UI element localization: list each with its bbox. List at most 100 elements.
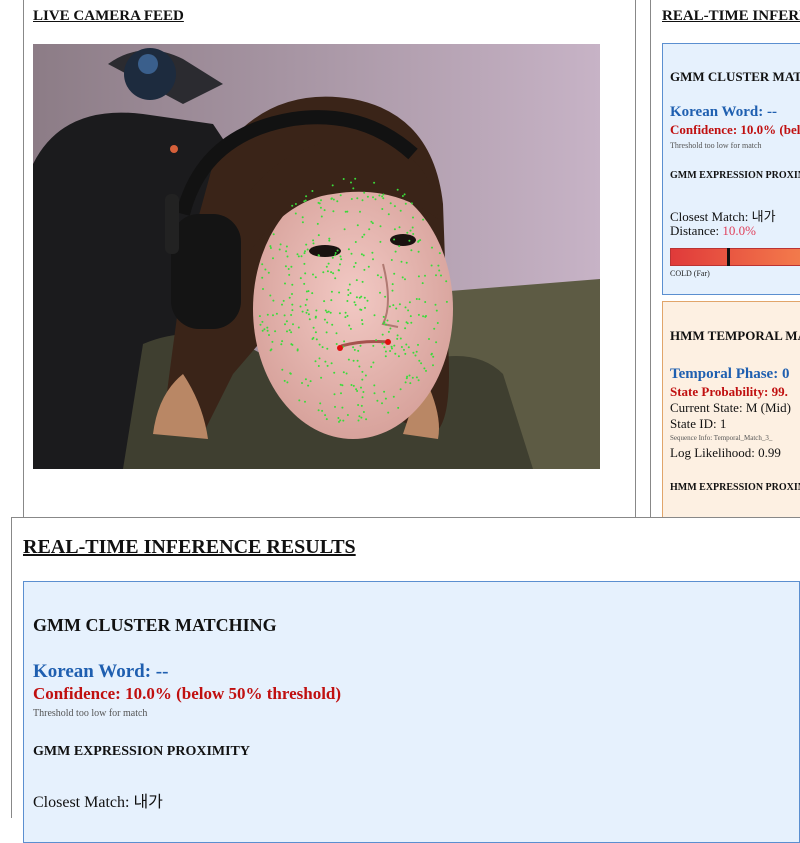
gmm-word-bottom: Korean Word: -- bbox=[33, 661, 169, 682]
landmark-dot bbox=[392, 395, 395, 398]
landmark-dot bbox=[434, 303, 437, 306]
landmark-dot bbox=[291, 204, 294, 207]
landmark-dot bbox=[356, 197, 359, 200]
landmark-dot bbox=[323, 209, 326, 212]
landmark-dot bbox=[372, 258, 374, 261]
landmark-dot bbox=[281, 303, 283, 306]
landmark-dot bbox=[445, 280, 448, 283]
landmark-dot bbox=[303, 262, 306, 265]
landmark-dot bbox=[288, 296, 291, 299]
landmark-dot bbox=[381, 402, 383, 405]
landmark-dot bbox=[412, 233, 415, 235]
landmark-dot bbox=[371, 251, 374, 254]
landmark-dot bbox=[339, 255, 342, 258]
landmark-dot bbox=[291, 343, 294, 346]
closest-label: Closest Match: bbox=[670, 209, 752, 224]
landmark-dot bbox=[350, 252, 353, 255]
landmark-dot bbox=[312, 242, 315, 245]
landmark-dot bbox=[393, 272, 396, 275]
landmark-dot bbox=[321, 346, 324, 349]
landmark-dot bbox=[352, 187, 355, 190]
landmark-dot bbox=[314, 276, 317, 279]
landmark-dot bbox=[374, 198, 377, 201]
landmark-dot bbox=[347, 288, 350, 291]
landmark-dot bbox=[343, 340, 346, 343]
landmark-dot bbox=[327, 262, 330, 265]
landmark-dot bbox=[309, 380, 312, 383]
landmark-dot bbox=[278, 248, 281, 251]
landmark-dot bbox=[378, 194, 381, 197]
landmark-dot bbox=[406, 231, 409, 234]
landmark-dot bbox=[262, 288, 264, 290]
landmark-dot bbox=[392, 304, 395, 307]
landmark-dot bbox=[348, 283, 351, 286]
cold-label: COLD (Far) bbox=[670, 269, 710, 278]
landmark-dot bbox=[383, 321, 386, 324]
landmark-dot bbox=[435, 341, 438, 344]
landmark-dot bbox=[299, 305, 302, 308]
landmark-dot bbox=[352, 346, 355, 349]
landmark-dot bbox=[404, 327, 407, 330]
landmark-dot bbox=[334, 252, 337, 254]
gmm-heading-bottom: GMM CLUSTER MATCHING bbox=[33, 615, 277, 635]
landmark-dot bbox=[388, 305, 391, 308]
hmm-current-state: Current State: M (Mid) bbox=[670, 400, 791, 415]
landmark-dot bbox=[391, 289, 394, 292]
proximity-marker bbox=[727, 248, 730, 266]
landmark-dot bbox=[283, 314, 286, 317]
landmark-dot bbox=[335, 332, 338, 335]
gmm-card-top: GMM CLUSTER MATCHING Korean Word: -- Con… bbox=[662, 43, 800, 295]
landmark-dot bbox=[404, 352, 407, 355]
landmark-dot bbox=[401, 276, 404, 279]
landmark-dot bbox=[325, 418, 328, 421]
landmark-dot bbox=[339, 383, 342, 386]
landmark-dot bbox=[390, 259, 393, 261]
landmark-dot bbox=[306, 309, 309, 312]
landmark-dot bbox=[266, 326, 269, 329]
landmark-dot bbox=[411, 226, 414, 229]
landmark-dot bbox=[428, 338, 430, 340]
landmark-dot bbox=[305, 195, 308, 198]
landmark-dot bbox=[394, 352, 397, 355]
results-panel-bottom: REAL-TIME INFERENCE RESULTS GMM CLUSTER … bbox=[11, 517, 800, 843]
landmark-dot bbox=[384, 350, 387, 353]
landmark-dot bbox=[384, 295, 387, 298]
landmark-dot bbox=[409, 382, 412, 385]
landmark-dot bbox=[405, 321, 408, 324]
landmark-dot bbox=[303, 252, 306, 255]
landmark-dot bbox=[330, 299, 333, 302]
landmark-dot bbox=[381, 208, 384, 210]
landmark-dot bbox=[410, 202, 413, 205]
landmark-dot bbox=[259, 323, 262, 326]
landmark-dot bbox=[363, 296, 366, 299]
landmark-dot bbox=[269, 349, 272, 352]
landmark-dot bbox=[340, 258, 343, 261]
landmark-dot bbox=[296, 253, 299, 256]
landmark-dot bbox=[423, 367, 426, 370]
landmark-dot bbox=[297, 255, 300, 258]
landmark-dot bbox=[346, 300, 349, 302]
distance-value: 10.0% bbox=[722, 223, 756, 238]
landmark-dot bbox=[421, 282, 424, 285]
landmark-dot bbox=[400, 260, 403, 263]
landmark-dot bbox=[417, 250, 420, 253]
gmm-confidence-bottom: Confidence: 10.0% (below 50% threshold) bbox=[33, 684, 342, 703]
landmark-dot bbox=[417, 343, 419, 346]
landmark-dot bbox=[301, 216, 304, 219]
results-title-top: REAL-TIME INFERENCE RESULTS bbox=[662, 8, 800, 24]
landmark-dot bbox=[338, 291, 341, 294]
landmark-dot bbox=[350, 384, 353, 386]
landmark-dot bbox=[299, 277, 302, 280]
gmm-confidence-top: Confidence: 10.0% (below 50% threshold) bbox=[670, 122, 800, 137]
landmark-dot bbox=[364, 306, 366, 309]
landmark-dot bbox=[274, 330, 277, 333]
landmark-dot bbox=[418, 359, 421, 362]
landmark-dot bbox=[391, 347, 393, 350]
landmark-dot bbox=[334, 254, 337, 257]
landmark-dot bbox=[266, 313, 269, 316]
landmark-dot bbox=[361, 396, 364, 399]
proximity-bar bbox=[670, 248, 800, 266]
landmark-dot bbox=[311, 190, 314, 192]
camera-feed-title: LIVE CAMERA FEED bbox=[33, 8, 184, 24]
landmark-dot bbox=[438, 252, 441, 255]
